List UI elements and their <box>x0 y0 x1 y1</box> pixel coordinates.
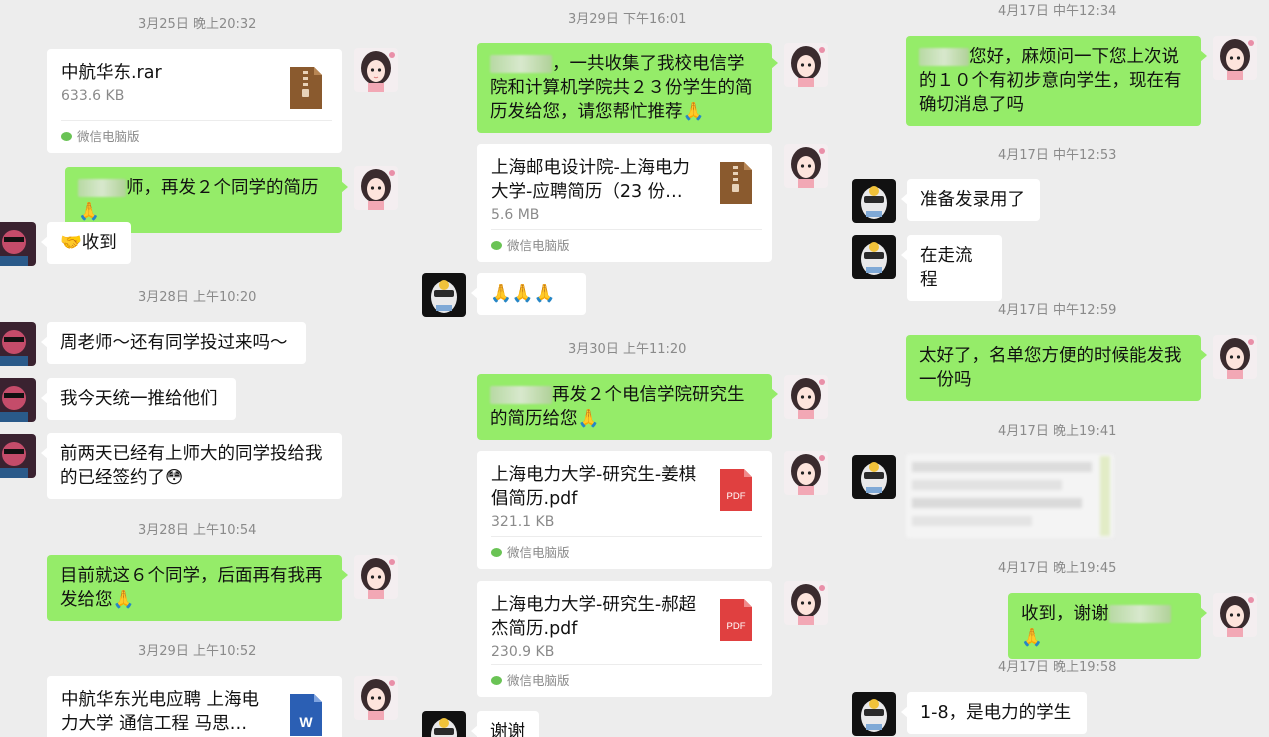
word-icon: W <box>290 694 322 737</box>
message-sent[interactable]: ，一共收集了我校电信学院和计算机学院共２３份学生的简历发给您，请您帮忙推荐🙏 <box>477 43 778 133</box>
avatar-me[interactable] <box>784 451 828 495</box>
file-size: 230.9 KB <box>491 644 555 660</box>
message-sent[interactable]: 再发２个电信学院研究生的简历给您🙏 <box>477 374 778 440</box>
timestamp: 4月17日 中午12:53 <box>998 148 1117 163</box>
avatar-contact[interactable] <box>0 378 36 422</box>
chat-column-3: 4月17日 中午12:34 您好，麻烦问一下您上次说的１０个有初步意向学生，现在… <box>848 0 1269 737</box>
avatar-me[interactable] <box>354 48 398 92</box>
file-size: 5.6 MB <box>491 207 540 223</box>
timestamp: 4月17日 晚上19:58 <box>998 660 1117 675</box>
message-received[interactable]: 周老师～还有同学投过来吗～ <box>41 322 306 364</box>
message-received[interactable]: 前两天已经有上师大的同学投给我的已经签约了😳 <box>41 433 342 499</box>
timestamp: 3月28日 上午10:54 <box>138 523 257 538</box>
zip-icon <box>290 67 322 113</box>
avatar-contact-2[interactable] <box>422 711 466 737</box>
file-name: 中航华东光电应聘 上海电力大学 通信工程 马思… <box>61 690 260 734</box>
file-message[interactable]: 上海电力大学-研究生-郝超杰简历.pdf 230.9 KB PDF 微信电脑版 <box>477 581 772 697</box>
message-sent[interactable]: 收到，谢谢🙏 <box>1008 593 1207 659</box>
file-size: 321.1 KB <box>491 514 555 530</box>
file-source: 微信电脑版 <box>491 664 762 697</box>
message-sent[interactable]: 目前就这６个同学，后面再有我再发给您🙏 <box>47 555 348 621</box>
message-received[interactable]: 准备发录用了 <box>901 179 1040 221</box>
timestamp: 4月17日 晚上19:41 <box>998 424 1117 439</box>
avatar-me[interactable] <box>354 555 398 599</box>
avatar-contact[interactable] <box>0 434 36 478</box>
avatar-me[interactable] <box>354 166 398 210</box>
file-source: 微信电脑版 <box>61 120 332 153</box>
timestamp: 3月28日 上午10:20 <box>138 290 257 305</box>
avatar-me[interactable] <box>1213 335 1257 379</box>
message-received[interactable]: 谢谢 <box>471 711 539 737</box>
avatar-me[interactable] <box>784 144 828 188</box>
avatar-contact-2[interactable] <box>852 179 896 223</box>
avatar-contact-2[interactable] <box>852 235 896 279</box>
message-received[interactable]: 🤝收到 <box>41 222 131 264</box>
file-name: 上海邮电设计院-上海电力大学-应聘简历（23 份… <box>491 158 690 202</box>
chat-column-2: 3月29日 下午16:01 ，一共收集了我校电信学院和计算机学院共２３份学生的简… <box>420 0 830 737</box>
timestamp: 4月17日 中午12:34 <box>998 4 1117 19</box>
avatar-contact-2[interactable] <box>852 455 896 499</box>
message-received[interactable]: 在走流程 <box>901 235 1002 301</box>
svg-text:PDF: PDF <box>727 621 746 632</box>
avatar-me[interactable] <box>784 375 828 419</box>
message-received[interactable]: 🙏🙏🙏 <box>471 273 586 315</box>
avatar-contact[interactable] <box>0 322 36 366</box>
timestamp: 3月29日 上午10:52 <box>138 644 257 659</box>
file-message[interactable]: 中航华东.rar 633.6 KB 微信电脑版 <box>47 49 342 153</box>
chat-column-1: 3月25日 晚上20:32 中航华东.rar 633.6 KB 微信电脑版 师，… <box>0 0 405 737</box>
svg-text:W: W <box>299 714 313 730</box>
zip-icon <box>720 162 752 208</box>
file-name: 上海电力大学-研究生-郝超杰简历.pdf <box>491 595 697 639</box>
avatar-me[interactable] <box>354 676 398 720</box>
file-message[interactable]: 上海电力大学-研究生-姜棋倡简历.pdf 321.1 KB PDF 微信电脑版 <box>477 451 772 569</box>
file-source: 微信电脑版 <box>491 229 762 262</box>
file-size: 633.6 KB <box>61 88 125 104</box>
file-message[interactable]: 上海邮电设计院-上海电力大学-应聘简历（23 份… 5.6 MB 微信电脑版 <box>477 144 772 262</box>
file-source: 微信电脑版 <box>491 536 762 569</box>
avatar-contact[interactable] <box>0 222 36 266</box>
message-received[interactable]: 1-8，是电力的学生 <box>901 692 1087 734</box>
message-sent[interactable]: 太好了，名单您方便的时候能发我一份吗 <box>906 335 1207 401</box>
avatar-contact-2[interactable] <box>422 273 466 317</box>
file-name: 上海电力大学-研究生-姜棋倡简历.pdf <box>491 465 697 509</box>
pdf-icon: PDF <box>720 469 752 515</box>
avatar-me[interactable] <box>1213 593 1257 637</box>
timestamp: 3月30日 上午11:20 <box>568 342 687 357</box>
avatar-me[interactable] <box>784 581 828 625</box>
avatar-me[interactable] <box>784 43 828 87</box>
message-received[interactable]: 我今天统一推给他们 <box>41 378 236 420</box>
avatar-me[interactable] <box>1213 36 1257 80</box>
file-message[interactable]: 中航华东光电应聘 上海电力大学 通信工程 马思… W <box>47 676 342 737</box>
svg-text:PDF: PDF <box>727 491 746 502</box>
pdf-icon: PDF <box>720 599 752 645</box>
avatar-contact-2[interactable] <box>852 692 896 736</box>
timestamp: 4月17日 晚上19:45 <box>998 561 1117 576</box>
message-sent[interactable]: 您好，麻烦问一下您上次说的１０个有初步意向学生，现在有确切消息了吗 <box>906 36 1207 126</box>
timestamp: 3月25日 晚上20:32 <box>138 17 257 32</box>
blurred-image-message[interactable] <box>906 454 1114 538</box>
file-name: 中航华东.rar <box>61 63 162 83</box>
timestamp: 3月29日 下午16:01 <box>568 12 687 27</box>
timestamp: 4月17日 中午12:59 <box>998 303 1117 318</box>
